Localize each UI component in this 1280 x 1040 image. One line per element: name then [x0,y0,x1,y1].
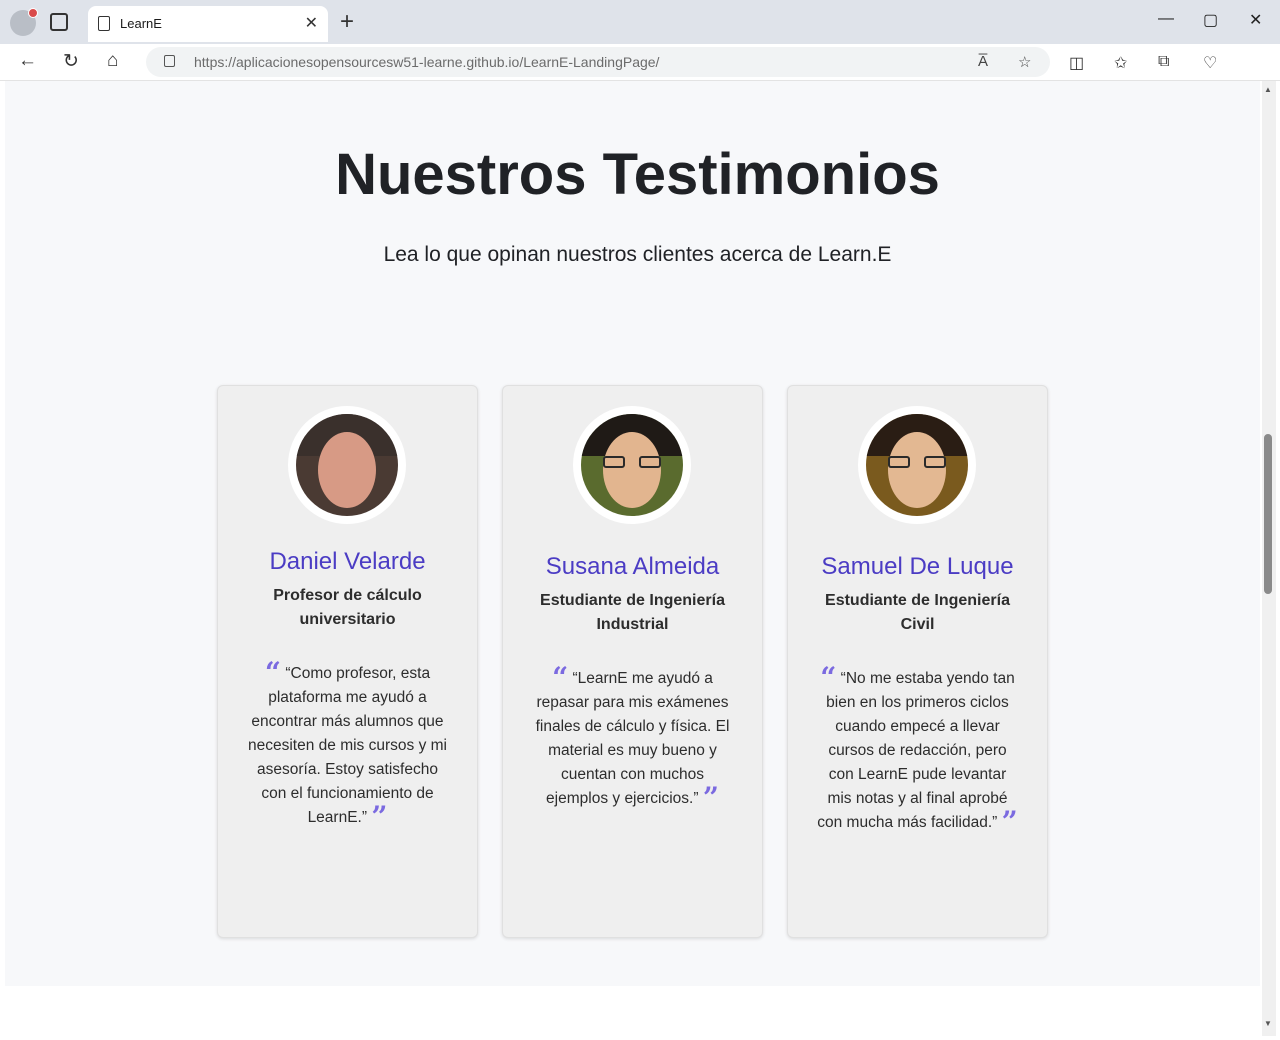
minimize-icon[interactable]: — [1158,10,1174,28]
avatar [573,406,691,524]
browser-titlebar: LearnE ✕ + — ▢ ✕ [0,0,1280,44]
testimonial-quote: “ “Como profesor, esta plataforma me ayu… [246,659,449,833]
browser-toolbar: ← ↻ ⌂ https://aplicacionesopensourcesw51… [0,44,1280,81]
testimonial-card: Daniel Velarde Profesor de cálculo unive… [217,385,478,938]
testimonial-role: Estudiante de Ingeniería Civil [825,592,1010,633]
maximize-icon[interactable]: ▢ [1203,10,1218,30]
address-bar[interactable]: https://aplicacionesopensourcesw51-learn… [146,47,1050,77]
testimonial-quote-text: “Como profesor, esta plataforma me ayudó… [248,665,447,826]
section-title: Nuestros Testimonios [335,142,940,207]
url-path: /LearnE-LandingPage/ [519,54,660,70]
scroll-down-icon[interactable]: ▼ [1264,1019,1272,1028]
testimonial-role: Estudiante de Ingeniería Industrial [540,592,725,633]
new-tab-button[interactable]: + [340,8,354,36]
lock-icon[interactable] [164,55,175,67]
testimonial-card: Susana Almeida Estudiante de Ingeniería … [502,385,763,938]
page-viewport: Nuestros Testimonios Lea lo que opinan n… [0,81,1280,1040]
testimonial-name: Daniel Velarde [269,548,426,575]
refresh-icon[interactable]: ↻ [63,50,79,73]
scroll-up-icon[interactable]: ▲ [1264,85,1272,94]
open-quote-icon: “ [264,656,282,689]
tab-title: LearnE [120,16,162,31]
url-host: https://aplicacionesopensourcesw51-learn… [194,54,520,70]
next-section [0,986,1262,1040]
split-screen-icon[interactable]: ◫ [1069,53,1084,73]
favorite-star-icon[interactable]: ☆ [1018,53,1031,71]
back-icon[interactable]: ← [18,50,37,72]
browser-tab[interactable]: LearnE ✕ [88,6,328,42]
testimonial-quote: “ “LearnE me ayudó a repasar para mis ex… [531,664,734,814]
read-aloud-icon[interactable]: A̅ [978,53,988,70]
testimonial-quote-text: “No me estaba yendo tan bien en los prim… [817,670,1015,831]
testimonial-card: Samuel De Luque Estudiante de Ingeniería… [787,385,1048,938]
avatar [288,406,406,524]
testimonial-quote: “ “No me estaba yendo tan bien en los pr… [816,664,1019,838]
home-icon[interactable]: ⌂ [107,50,118,72]
window-close-icon[interactable]: ✕ [1249,10,1262,30]
testimonial-role: Profesor de cálculo universitario [273,587,422,628]
collections-icon[interactable]: ⧉ [1158,53,1169,71]
close-quote-icon: ” [371,800,388,833]
close-quote-icon: ” [702,781,719,814]
testimonial-name: Samuel De Luque [821,553,1014,580]
browser-essentials-icon[interactable]: ♡ [1203,53,1217,73]
open-quote-icon: “ [820,661,837,694]
url-text[interactable]: https://aplicacionesopensourcesw51-learn… [194,54,659,70]
testimonials-section: Nuestros Testimonios Lea lo que opinan n… [5,81,1260,986]
avatar [858,406,976,524]
tab-close-icon[interactable]: ✕ [305,13,318,33]
profile-avatar-icon[interactable] [10,8,38,36]
close-quote-icon: ” [1001,805,1018,838]
section-subtitle: Lea lo que opinan nuestros clientes acer… [383,243,892,266]
page-icon [98,16,110,31]
testimonial-name: Susana Almeida [545,553,720,580]
scrollbar-thumb[interactable] [1264,434,1272,594]
favorites-icon[interactable]: ✩ [1114,53,1127,73]
testimonial-quote-text: “LearnE me ayudó a repasar para mis exám… [535,670,730,807]
tab-actions-icon[interactable] [50,13,68,31]
open-quote-icon: “ [552,661,569,694]
